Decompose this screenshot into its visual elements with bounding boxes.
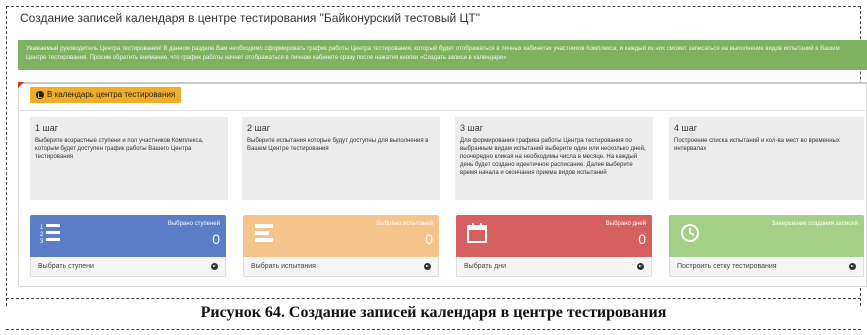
panel-corner-marker [18,82,24,88]
step-card-3: 3 шаг Для формирования графика работы Це… [455,117,653,200]
arrow-circle-right-icon [424,263,431,270]
calendar-button-label: В календарь центра тестирования [47,90,176,99]
clock-icon [681,224,699,242]
tile-header: 1 2 3 Выбрано ступеней 0 [30,215,226,257]
calendar-icon [467,223,487,243]
tile-label: Завершение создания записей [771,221,858,227]
tile-label: Выбрано ступеней [167,221,220,227]
tile-header: Выбрано дней 0 [456,215,652,257]
tile-label: Выбрано дней [605,221,646,227]
arrow-circle-right-icon [211,263,218,270]
tile-footer-label: Выбрать дни [464,263,506,270]
tile-header: Завершение создания записей [669,215,864,257]
step-desc: Выберите испытания которые будут доступн… [247,138,429,152]
tile-finish: Завершение создания записей Построить се… [669,215,864,277]
select-tests-link[interactable]: Выбрать испытания [243,257,439,277]
arrow-circle-icon [36,91,44,99]
step-card-2: 2 шаг Выберите испытания которые будут д… [242,117,440,200]
tile-count: 0 [212,231,220,247]
figure-divider [6,298,861,299]
step-title: 1 шаг [35,123,59,133]
build-grid-link[interactable]: Построить сетку тестирования [669,257,864,277]
step-desc: Для формирования графика работы Центра т… [460,138,646,176]
arrow-circle-right-icon [637,263,644,270]
select-stages-link[interactable]: Выбрать ступени [30,257,226,277]
tile-footer-label: Выбрать испытания [251,263,316,270]
tile-label: Выбрано испытаний [376,221,433,227]
select-days-link[interactable]: Выбрать дни [456,257,652,277]
tile-tests: Выбрано испытаний 0 Выбрать испытания [243,215,439,277]
svg-text:3: 3 [40,239,44,244]
figure-frame-bottom [6,329,861,330]
step-title: 2 шаг [247,123,271,133]
calendar-button[interactable]: В календарь центра тестирования [30,87,182,103]
tile-footer-label: Построить сетку тестирования [677,263,777,270]
tile-count: 0 [638,231,646,247]
step-title: 4 шаг [674,123,698,133]
svg-text:1: 1 [40,225,44,231]
tile-stages: 1 2 3 Выбрано ступеней 0 Выбрать ступени [30,215,226,277]
arrow-circle-right-icon [849,263,856,270]
tile-header: Выбрано испытаний 0 [243,215,439,257]
bars-icon [255,224,273,242]
list-icon: 1 2 3 [40,224,60,244]
info-alert: Уважаемый руководитель Центра тестирован… [18,40,867,70]
step-title: 3 шаг [460,123,484,133]
tile-days: Выбрано дней 0 Выбрать дни [456,215,652,277]
panel-divider [18,110,867,111]
step-desc: Выберите возрастные ступени и пол участн… [35,138,204,160]
step-card-4: 4 шаг Построение списка испытаний и кол-… [669,117,864,200]
figure-caption: Рисунок 64. Создание записей календаря в… [200,304,667,321]
svg-text:2: 2 [40,232,44,238]
tile-footer-label: Выбрать ступени [38,263,94,270]
step-desc: Построение списка испытаний и кол-ва мес… [674,138,840,152]
step-card-1: 1 шаг Выберите возрастные ступени и пол … [30,117,228,200]
tile-count: 0 [425,231,433,247]
page-title: Создание записей календаря в центре тест… [20,11,480,25]
